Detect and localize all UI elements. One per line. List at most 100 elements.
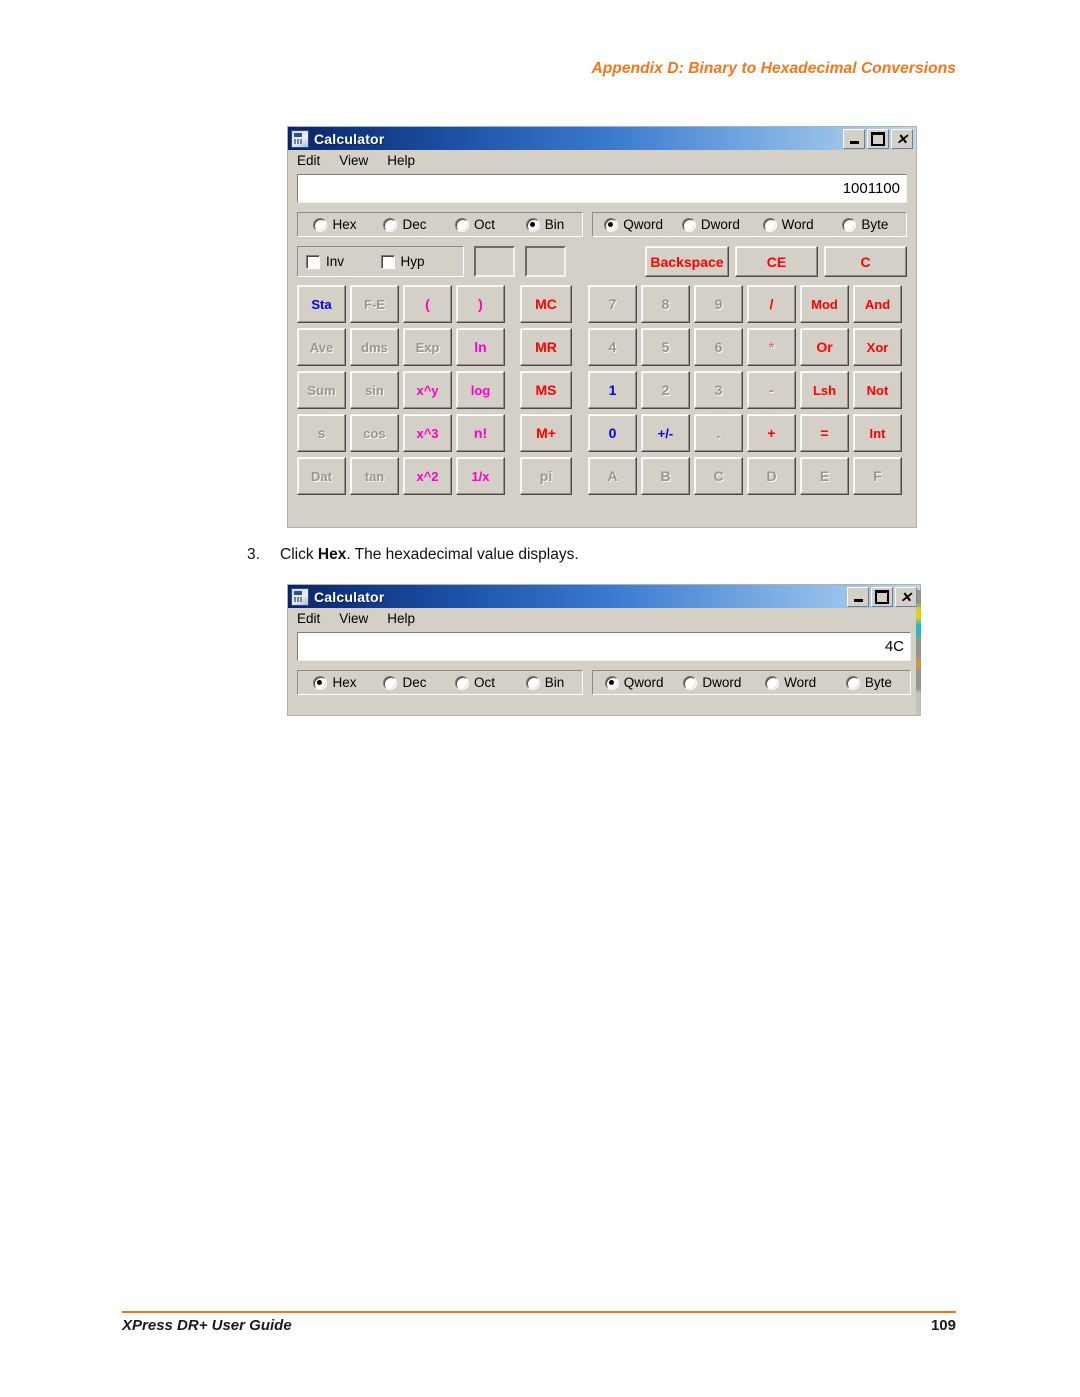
fn-key-sta[interactable]: Sta (297, 285, 346, 323)
fn-key-xpow3[interactable]: x^3 (403, 414, 452, 452)
menu-item-edit[interactable]: Edit (296, 611, 321, 626)
mem-key-mr[interactable]: MR (520, 328, 572, 366)
num-key-f: F (853, 457, 902, 495)
radio-word[interactable]: Word (752, 675, 830, 690)
step-text-before: Click (280, 546, 318, 563)
fn-key-xpow2[interactable]: x^2 (403, 457, 452, 495)
num-key-not[interactable]: Not (853, 371, 902, 409)
radio-label: Word (781, 217, 814, 232)
fn-key-lparen[interactable]: ( (403, 285, 452, 323)
num-key-plus[interactable]: + (747, 414, 796, 452)
radio-dec[interactable]: Dec (370, 675, 440, 690)
num-key-7: 7 (588, 285, 637, 323)
title-bar: Calculator ✕ (288, 127, 916, 150)
num-key-6: 6 (694, 328, 743, 366)
radio-dot (842, 217, 857, 232)
menu-item-help[interactable]: Help (386, 611, 416, 626)
radio-dot (762, 217, 777, 232)
radio-label: Byte (861, 217, 889, 232)
clear-button[interactable]: C (824, 246, 907, 277)
mem-key-mplus[interactable]: M+ (520, 414, 572, 452)
radio-label: Dword (702, 675, 742, 690)
word-size-group: Qword Dword Word Byte (592, 670, 911, 695)
radio-label: Dword (700, 217, 740, 232)
num-key-lsh[interactable]: Lsh (800, 371, 849, 409)
radio-qword[interactable]: Qword (595, 675, 673, 690)
indicator-box-1 (474, 246, 515, 277)
radio-dword[interactable]: Dword (672, 217, 749, 232)
radio-label: Byte (864, 675, 892, 690)
radio-dot (681, 217, 696, 232)
checkbox-box (380, 254, 395, 269)
num-key-minus: - (747, 371, 796, 409)
num-key-plusslashminus[interactable]: +/- (641, 414, 690, 452)
radio-oct[interactable]: Oct (440, 675, 510, 690)
radio-bin[interactable]: Bin (510, 675, 580, 690)
maximize-icon[interactable] (871, 587, 893, 607)
num-key-a: A (588, 457, 637, 495)
radio-dot (845, 675, 860, 690)
num-key-int[interactable]: Int (853, 414, 902, 452)
step-instruction: 3. Click Hex. The hexadecimal value displ… (247, 546, 579, 564)
minimize-icon[interactable] (843, 129, 865, 149)
radio-dot (604, 217, 619, 232)
radio-label: Oct (473, 675, 495, 690)
radio-label: Qword (623, 217, 663, 232)
radio-hex[interactable]: Hex (300, 217, 370, 232)
radio-label: Dec (402, 675, 427, 690)
num-key-0[interactable]: 0 (588, 414, 637, 452)
num-key-d: D (747, 457, 796, 495)
fn-key-rparen[interactable]: ) (456, 285, 505, 323)
fn-key-nfact[interactable]: n! (456, 414, 505, 452)
radio-dec[interactable]: Dec (370, 217, 440, 232)
fn-key-xpowy[interactable]: x^y (403, 371, 452, 409)
close-icon[interactable]: ✕ (891, 129, 913, 149)
num-key-and[interactable]: And (853, 285, 902, 323)
radio-word[interactable]: Word (750, 217, 827, 232)
menu-item-edit[interactable]: Edit (296, 153, 321, 168)
radio-dword[interactable]: Dword (673, 675, 751, 690)
num-key-slash[interactable]: / (747, 285, 796, 323)
radio-qword[interactable]: Qword (595, 217, 672, 232)
num-key-xor[interactable]: Xor (853, 328, 902, 366)
statistics-function-keys: Sta F-E() Ave dms Exp ln Sum sin x^y log s cos x^3 n!… (297, 285, 505, 495)
menu-item-view[interactable]: View (338, 611, 369, 626)
fn-key-1slashx[interactable]: 1/x (456, 457, 505, 495)
fn-key-ln[interactable]: ln (456, 328, 505, 366)
checkbox-hyp[interactable]: Hyp (380, 254, 456, 269)
num-key-or[interactable]: Or (800, 328, 849, 366)
radio-dot (383, 675, 398, 690)
window-title: Calculator (314, 130, 385, 147)
radio-oct[interactable]: Oct (440, 217, 510, 232)
num-key-equals[interactable]: = (800, 414, 849, 452)
backspace-button[interactable]: Backspace (645, 246, 729, 277)
calculator-display[interactable]: 4C (297, 632, 911, 661)
radio-byte[interactable]: Byte (830, 675, 908, 690)
fn-key-log[interactable]: log (456, 371, 505, 409)
menu-item-help[interactable]: Help (386, 153, 416, 168)
num-key-mod[interactable]: Mod (800, 285, 849, 323)
page-header-title: Appendix D: Binary to Hexadecimal Conver… (591, 60, 956, 77)
maximize-icon[interactable] (867, 129, 889, 149)
menu-item-view[interactable]: View (338, 153, 369, 168)
calculator-window-hex: Calculator ✕ Edit View Help 4C Hex Dec O… (287, 584, 921, 716)
minimize-icon[interactable] (847, 587, 869, 607)
num-key-1[interactable]: 1 (588, 371, 637, 409)
checkbox-inv[interactable]: Inv (306, 254, 381, 269)
calculator-display[interactable]: 1001100 (297, 174, 907, 203)
modifier-group: Inv Hyp (297, 246, 464, 277)
clear-entry-button[interactable]: CE (735, 246, 818, 277)
calculator-window-binary: Calculator ✕ Edit View Help 1001100 Hex … (287, 126, 917, 528)
num-key-9: 9 (694, 285, 743, 323)
mem-key-mc[interactable]: MC (520, 285, 572, 323)
radio-dot (454, 217, 469, 232)
close-icon[interactable]: ✕ (895, 587, 917, 607)
num-key-8: 8 (641, 285, 690, 323)
radio-bin[interactable]: Bin (510, 217, 580, 232)
mem-key-ms[interactable]: MS (520, 371, 572, 409)
window-title: Calculator (314, 588, 385, 605)
calculator-icon (291, 587, 309, 606)
radio-byte[interactable]: Byte (827, 217, 904, 232)
radio-hex[interactable]: Hex (300, 675, 370, 690)
footer-page-number: 109 (930, 1317, 956, 1334)
